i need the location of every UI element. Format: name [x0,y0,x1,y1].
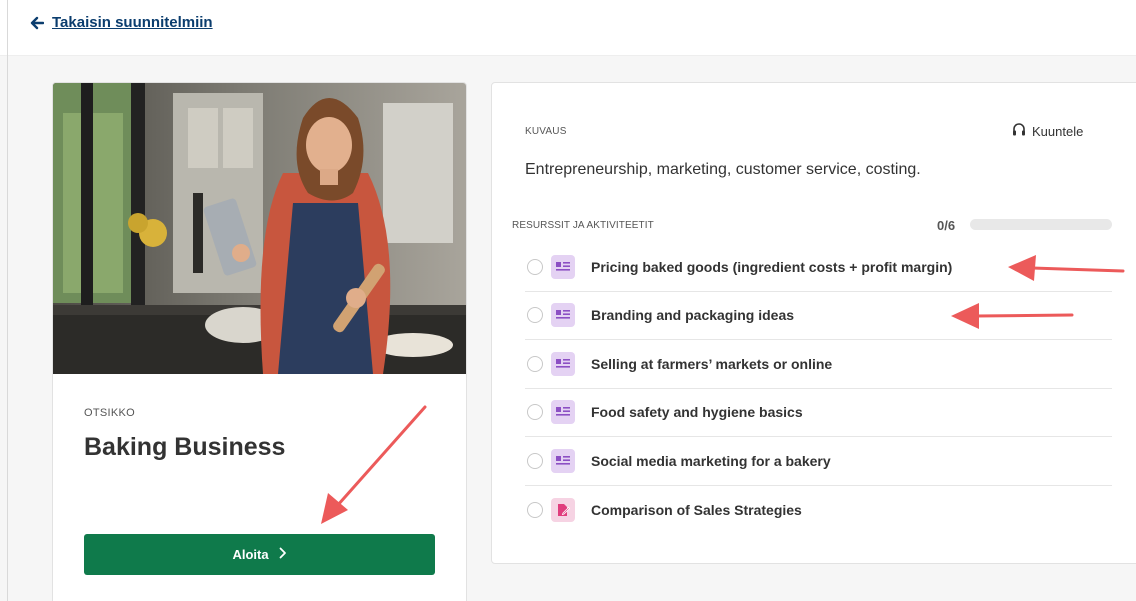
list-item[interactable]: Social media marketing for a bakery [525,437,1112,486]
list-item-label: Comparison of Sales Strategies [591,501,802,518]
document-icon [551,254,575,279]
list-item-label: Social media marketing for a bakery [591,452,831,469]
list-item[interactable]: Comparison of Sales Strategies [525,486,1112,535]
list-item[interactable]: Selling at farmers’ markets or online [525,340,1112,389]
left-divider [7,0,8,601]
headphones-icon [1012,123,1026,139]
list-item-label: Pricing baked goods (ingredient costs + … [591,258,953,275]
listen-label: Kuuntele [1032,123,1084,139]
completion-radio[interactable] [527,307,543,324]
list-item[interactable]: Branding and packaging ideas [525,292,1112,340]
details-card: KUVAUS Kuuntele Entrepreneurship, market… [491,82,1136,564]
completion-radio[interactable] [527,404,543,421]
completion-radio[interactable] [527,452,543,469]
list-item[interactable]: Food safety and hygiene basics [525,389,1112,437]
resource-list: Pricing baked goods (ingredient costs + … [525,243,1112,534]
progress-count: 0/6 [937,218,956,233]
listen-button[interactable]: Kuuntele [1012,123,1083,139]
course-card: OTSIKKO Baking Business Aloita [52,82,467,601]
list-item-label: Branding and packaging ideas [591,307,795,324]
description-label: KUVAUS [525,126,567,137]
back-link-label: Takaisin suunnitelmiin [52,14,213,31]
list-item-label: Food safety and hygiene basics [591,404,803,421]
course-hero-image [53,83,466,374]
document-icon [551,400,575,425]
completion-radio[interactable] [527,355,543,372]
title-label: OTSIKKO [84,407,135,419]
course-description: Entrepreneurship, marketing, customer se… [525,161,921,178]
course-title: Baking Business [84,433,286,461]
list-item[interactable]: Pricing baked goods (ingredient costs + … [525,243,1112,292]
document-icon [551,351,575,376]
arrow-left-icon [30,16,44,30]
document-icon [551,303,575,328]
progress-bar [970,219,1112,230]
chevron-right-icon [279,547,287,562]
back-to-plans-link[interactable]: Takaisin suunnitelmiin [30,14,213,31]
assignment-icon [551,497,575,522]
start-button[interactable]: Aloita [84,534,435,575]
list-item-label: Selling at farmers’ markets or online [591,355,833,372]
document-icon [551,448,575,473]
start-button-label: Aloita [232,547,269,562]
resources-label: RESURSSIT JA AKTIVITEETIT [512,220,654,231]
completion-radio[interactable] [527,258,543,275]
completion-radio[interactable] [527,501,543,518]
